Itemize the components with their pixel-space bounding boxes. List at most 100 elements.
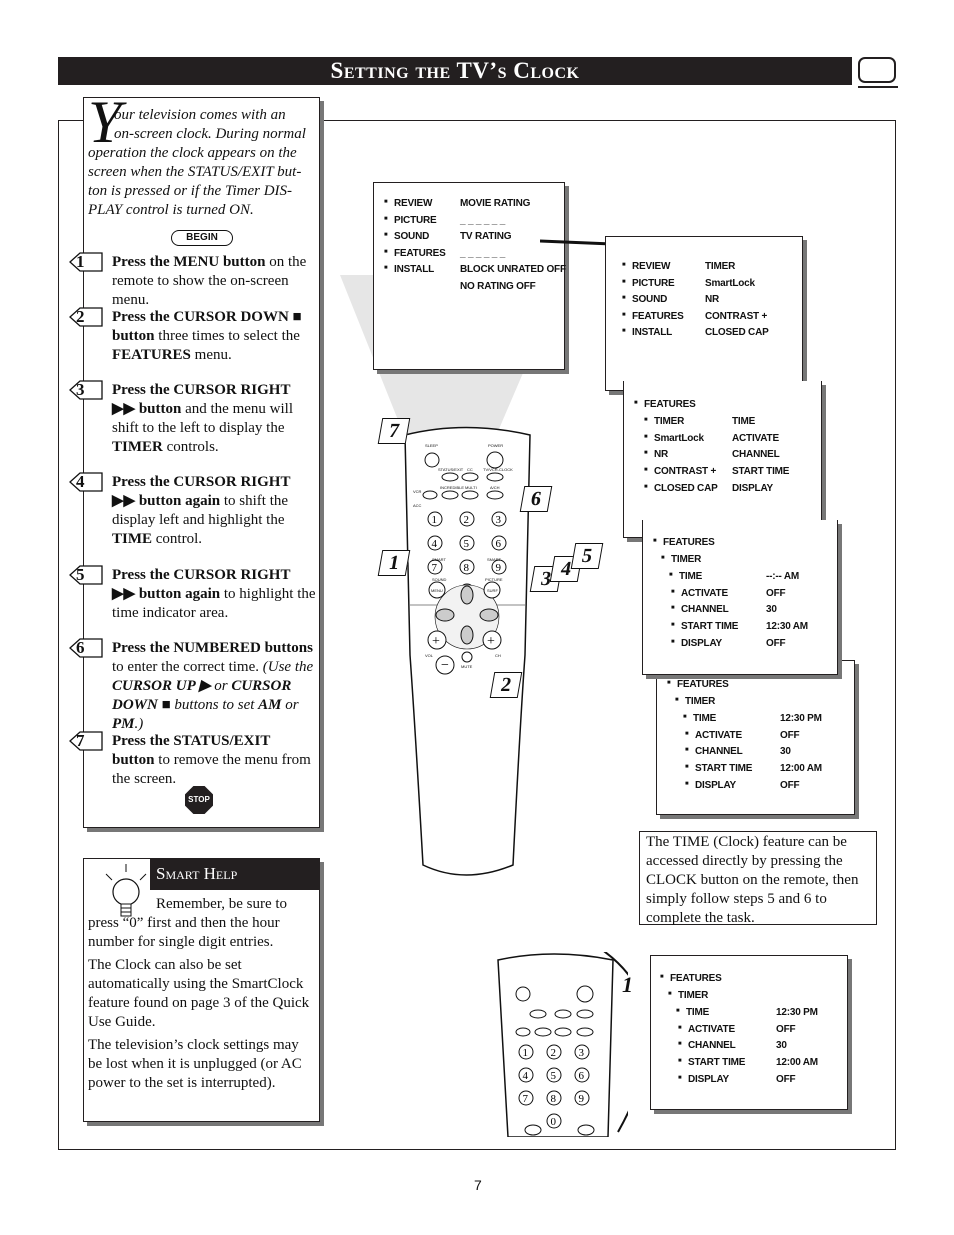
menu-item: TIMER (668, 990, 708, 1001)
remote-control: SLEEP POWER STATUS/EXIT CC TV/VCR-CLOCK … (404, 426, 531, 876)
menu-item: 12:00 AM (776, 1057, 818, 1069)
step-text-part: or (281, 697, 299, 713)
menu-item: OFF (776, 1073, 796, 1085)
menu-item: SmartLock (644, 433, 704, 444)
menu-item: ACTIVATE (671, 588, 728, 599)
step-7: 7 Press the STATUS/EXIT button to remove … (69, 731, 316, 789)
step-text-part: CURSOR UP ▶ (112, 678, 211, 694)
remote-label: SMART (487, 557, 501, 562)
menu-item: CLOSED CAP (644, 483, 718, 494)
intro-line: operation the clock appears on the (88, 145, 297, 161)
menu-item: FEATURES (653, 537, 715, 548)
svg-text:+: + (487, 634, 495, 649)
begin-badge: BEGIN (171, 230, 233, 246)
step-number: 1 (76, 252, 85, 271)
callout-step-5: 5 (570, 543, 604, 569)
step-number: 4 (76, 472, 85, 491)
callout-step-6: 6 (519, 486, 553, 512)
remote-label: ACC (413, 503, 422, 508)
step-text: Press the CURSOR RIGHT ▶▶ button again t… (88, 566, 316, 623)
digit-label: 0 (551, 1116, 557, 1128)
tv-screen-icon (858, 57, 896, 83)
menu-item: FEATURES (622, 311, 684, 322)
help-paragraph: Remember, be sure to press “0” first and… (88, 896, 288, 950)
menu-item: START TIME (685, 763, 753, 774)
menu-item: --:-- AM (766, 571, 800, 582)
menu-item: OFF (780, 779, 800, 791)
step-4: 4 Press the CURSOR RIGHT ▶▶ button again … (69, 472, 316, 549)
remote-label: A/CH (490, 485, 500, 490)
step-5: 5 Press the CURSOR RIGHT ▶▶ button again … (69, 565, 316, 623)
stop-sign-icon: STOP (185, 786, 213, 814)
remote-label: STATUS/EXIT (438, 467, 464, 472)
remote-label: SURF (487, 588, 498, 593)
step-arrow-icon (69, 307, 103, 327)
remote-label: PICTURE (485, 577, 503, 582)
step-arrow-icon (69, 731, 103, 751)
intro-line: ton is pressed or if the Timer DIS- (88, 183, 293, 199)
menu-item: TIMER (675, 696, 715, 707)
step-text: Press the CURSOR DOWN ■ button three tim… (88, 308, 316, 365)
menu-item: OFF (766, 587, 786, 599)
smart-help-title: Smart Help (150, 858, 320, 890)
digit-label: 9 (579, 1093, 585, 1105)
step-number: 3 (76, 380, 85, 399)
menu-item: TIMER (705, 261, 736, 272)
step-text-part: to enter the correct time. (112, 659, 263, 675)
menu-item: SmartLock (705, 277, 755, 289)
help-paragraph: The Clock can also be set automatically … (88, 957, 310, 1030)
menu-item: DISPLAY (671, 638, 722, 649)
menu-item: MOVIE RATING (460, 198, 531, 209)
step-text-part: control. (152, 531, 203, 547)
step-text-part: TIMER (112, 439, 163, 455)
step-arrow-icon (69, 380, 103, 400)
menu-item: START TIME (671, 621, 739, 632)
menu-item: CHANNEL (732, 449, 780, 461)
menu-item: DISPLAY (678, 1074, 729, 1085)
menu-item: TIME (676, 1007, 709, 1018)
menu-item: FEATURES (667, 679, 729, 690)
menu-item: REVIEW (384, 198, 433, 209)
intro-line: our television comes with an (114, 107, 286, 123)
step-6: 6 Press the NUMBERED buttons to enter the… (69, 638, 316, 734)
menu-item: 12:30 PM (780, 713, 822, 724)
callout-step-2: 2 (489, 672, 523, 698)
step-text-part: (Use the (262, 659, 314, 675)
help-paragraph: The television’s clock settings may be l… (88, 1037, 302, 1091)
clock-caption: The TIME (Clock) feature can be accessed… (639, 831, 877, 926)
digit-label: 7 (432, 562, 438, 574)
step-text: Press the CURSOR RIGHT ▶▶ button again t… (88, 473, 316, 549)
digit-label: 4 (432, 538, 438, 550)
menu-item: CLOSED CAP (705, 327, 769, 339)
digit-label: 5 (551, 1070, 557, 1082)
digit-label: 6 (579, 1070, 585, 1082)
remote-label: MULTI (465, 485, 477, 490)
smart-help-body: Remember, be sure to press “0” first and… (88, 895, 316, 1097)
menu-item: 12:30 AM (766, 621, 808, 633)
menu-item: OFF (776, 1023, 796, 1035)
callout-step-1: 1 (622, 972, 633, 997)
menu-item: 12:00 AM (780, 763, 822, 775)
digit-label: 3 (496, 514, 502, 526)
digit-label: 7 (523, 1093, 529, 1105)
menu-item: INSTALL (384, 264, 434, 275)
step-text-part: or (210, 678, 232, 694)
menu-item: TIME (732, 416, 756, 427)
divider (858, 86, 898, 88)
digit-label: 2 (551, 1047, 557, 1059)
remote-label: SMART (432, 557, 446, 562)
digit-label: 9 (496, 562, 502, 574)
menu-item: FEATURES (660, 973, 722, 984)
menu-item: PICTURE (384, 215, 437, 226)
menu-item: CHANNEL (685, 746, 743, 757)
step-text: Press the NUMBERED buttons to enter the … (88, 639, 316, 734)
step-text-part: .) (134, 716, 144, 732)
menu-item: REVIEW (622, 261, 671, 272)
step-arrow-icon (69, 638, 103, 658)
step-text: Press the MENU button on the remote to s… (88, 253, 316, 310)
menu-item: TIMER (644, 416, 684, 427)
menu-item: 30 (780, 746, 791, 758)
step-arrow-icon (69, 252, 103, 272)
menu-item: TIME (683, 713, 716, 724)
menu-item: CHANNEL (678, 1040, 736, 1051)
